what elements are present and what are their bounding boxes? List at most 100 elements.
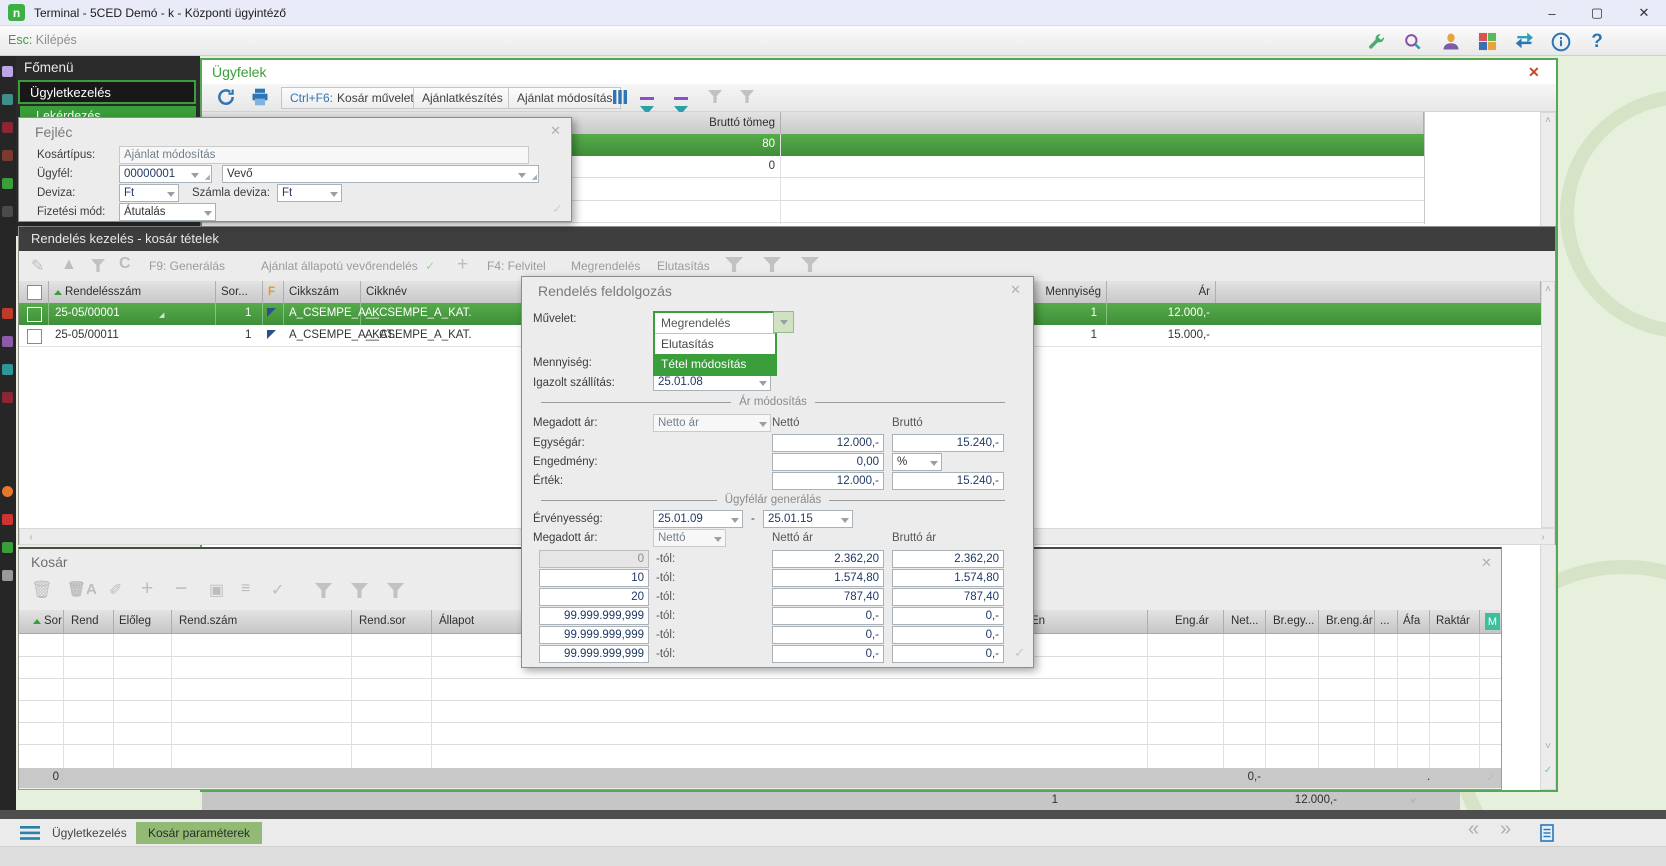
payment-combo[interactable]: Átutalás [119,203,216,221]
tier-qty-field[interactable]: 99.999.999,999 [539,645,649,663]
menu-lines-icon[interactable]: ≡ [241,580,250,598]
dropdown-option-megrendeles[interactable]: Megrendelés [655,313,775,334]
refresh-icon-disabled[interactable]: C [119,255,131,273]
apps-grid-icon[interactable] [1472,29,1502,54]
confirm-check-icon[interactable]: ✓ [1541,763,1555,777]
hamburger-menu-icon[interactable] [20,826,40,840]
remove-icon[interactable]: − [175,577,187,601]
strip-icon[interactable] [2,542,13,553]
tier-gross-field[interactable]: 1.574,80 [892,569,1004,587]
filter-add-icon-disabled[interactable] [387,583,404,603]
close-button[interactable]: ✕ [1629,2,1659,24]
minimize-button[interactable]: – [1537,2,1567,24]
add-entry-button[interactable]: F4: Felvitel [487,259,546,273]
basket-panel-close-icon[interactable]: ✕ [1481,555,1492,571]
column-header-select[interactable] [19,281,49,303]
tier-gross-field[interactable]: 0,- [892,645,1004,663]
tier-gross-field[interactable]: 787,40 [892,588,1004,606]
strip-icon[interactable] [2,206,13,217]
strip-icon[interactable] [2,570,13,581]
tier-qty-field[interactable]: 20 [539,588,649,606]
esc-exit-menu-item[interactable]: Esc: Kilépés [8,33,77,47]
column-header-f[interactable]: F [263,281,284,303]
strip-icon[interactable] [2,150,13,161]
strip-icon[interactable] [2,392,13,403]
customer-type-combo[interactable]: Vevő ◢ [222,165,539,183]
scroll-up-icon[interactable]: ˄ [1542,282,1554,296]
user-icon[interactable] [1436,29,1466,54]
discount-unit-combo[interactable]: % [892,453,942,471]
tier-gross-field[interactable]: 2.362,20 [892,550,1004,568]
tier-net-field[interactable]: 0,- [772,607,884,625]
column-header-brengar[interactable]: Br.eng.ár [1326,615,1373,627]
column-header-rendszam[interactable]: Rend.szám [179,615,237,627]
refresh-icon[interactable] [216,87,236,107]
statusbar-tab-ugyletkezeles[interactable]: Ügyletkezelés [52,826,127,840]
invoice-currency-combo[interactable]: Ft [277,184,342,202]
scroll-right-icon[interactable]: › [1536,530,1550,544]
add-icon[interactable]: + [457,254,468,276]
search-icon[interactable] [1398,29,1428,54]
discount-field[interactable]: 0,00 [772,453,884,471]
dropdown-option-tetel-modositas[interactable]: Tétel módosítás [655,354,775,374]
check-icon[interactable]: ✓ [271,580,284,600]
row-checkbox[interactable] [27,329,42,344]
dropdown-option-elutasitas[interactable]: Elutasítás [655,334,775,354]
column-header-allapot[interactable]: Állapot [439,615,474,627]
stamp-icon[interactable]: ✎ [31,256,44,276]
help-icon[interactable]: ? [1582,29,1612,54]
tier-net-field[interactable]: 787,40 [772,588,884,606]
tier-net-field[interactable]: 2.362,20 [772,550,884,568]
maximize-button[interactable]: ▢ [1582,2,1612,24]
column-header-rend[interactable]: Rend [71,615,99,627]
edit-pencil-icon[interactable]: ✐ [109,580,122,600]
header-dialog-close-icon[interactable]: ✕ [550,123,561,139]
column-header-m[interactable]: M [1485,613,1500,630]
statusbar-tab-kosar-parameterek[interactable]: Kosár paraméterek [136,822,262,844]
filter-clear-icon[interactable] [708,90,722,108]
tier-gross-field[interactable]: 0,- [892,607,1004,625]
process-dialog-close-icon[interactable]: ✕ [1010,282,1021,298]
page-previous-icon[interactable]: « [1468,818,1479,841]
tier-net-field[interactable]: 0,- [772,626,884,644]
strip-icon[interactable] [2,122,13,133]
tier-qty-field[interactable]: 99.999.999,999 [539,626,649,644]
column-header-sor[interactable]: Sor... [216,281,263,303]
unit-price-net-field[interactable]: 12.000,- [772,434,884,452]
generate-button[interactable]: F9: Generálás [149,259,225,273]
validity-to-combo[interactable]: 25.01.15 [763,510,853,528]
column-header-eloleg[interactable]: Előleg [119,615,151,627]
add-icon[interactable]: + [141,577,153,601]
value-net-field[interactable]: 12.000,- [772,472,884,490]
sidebar-item-ugyletkezeles[interactable]: Ügyletkezelés [18,80,196,104]
column-header-raktar[interactable]: Raktár [1436,615,1470,627]
given-price-combo[interactable]: Netto ár [653,414,771,432]
column-header-net[interactable]: Net... [1231,615,1258,627]
column-header-price[interactable]: Ár [1107,281,1216,303]
tier-net-field[interactable]: 1.574,80 [772,569,884,587]
offer-modify-button[interactable]: Ajánlat módosítás [508,87,621,109]
tier-net-field[interactable]: 0,- [772,645,884,663]
column-header-empty[interactable] [781,112,1424,134]
scroll-down-icon[interactable]: ˅ [1541,739,1555,753]
filter-icon-disabled[interactable] [315,583,332,603]
filter-icon-disabled[interactable] [91,259,105,277]
column-header-engar[interactable]: Eng.ár [1175,615,1209,627]
column-header-item-no[interactable]: Cikkszám [284,281,361,303]
customers-panel-close-icon[interactable]: ✕ [1528,64,1540,81]
filter-add-icon[interactable] [740,90,754,108]
column-header-sor[interactable]: Sor [33,615,62,627]
validity-from-combo[interactable]: 25.01.09 [653,510,743,528]
confirm-check-icon[interactable]: ✓ [552,201,563,217]
tier-qty-field[interactable]: 10 [539,569,649,587]
tier-qty-field[interactable]: 99.999.999,999 [539,607,649,625]
unit-price-gross-field[interactable]: 15.240,- [892,434,1004,452]
column-header-rendsor[interactable]: Rend.sor [359,615,406,627]
strip-icon[interactable] [2,486,13,497]
column-header-bregy[interactable]: Br.egy... [1273,615,1314,627]
currency-combo[interactable]: Ft [119,184,179,202]
up-arrow-icon[interactable]: ▲ [61,256,77,274]
box-options-icon[interactable]: ▣ [209,580,224,600]
tools-wrench-icon[interactable] [1361,29,1391,54]
scroll-up-icon[interactable]: ˄ [1541,113,1555,127]
